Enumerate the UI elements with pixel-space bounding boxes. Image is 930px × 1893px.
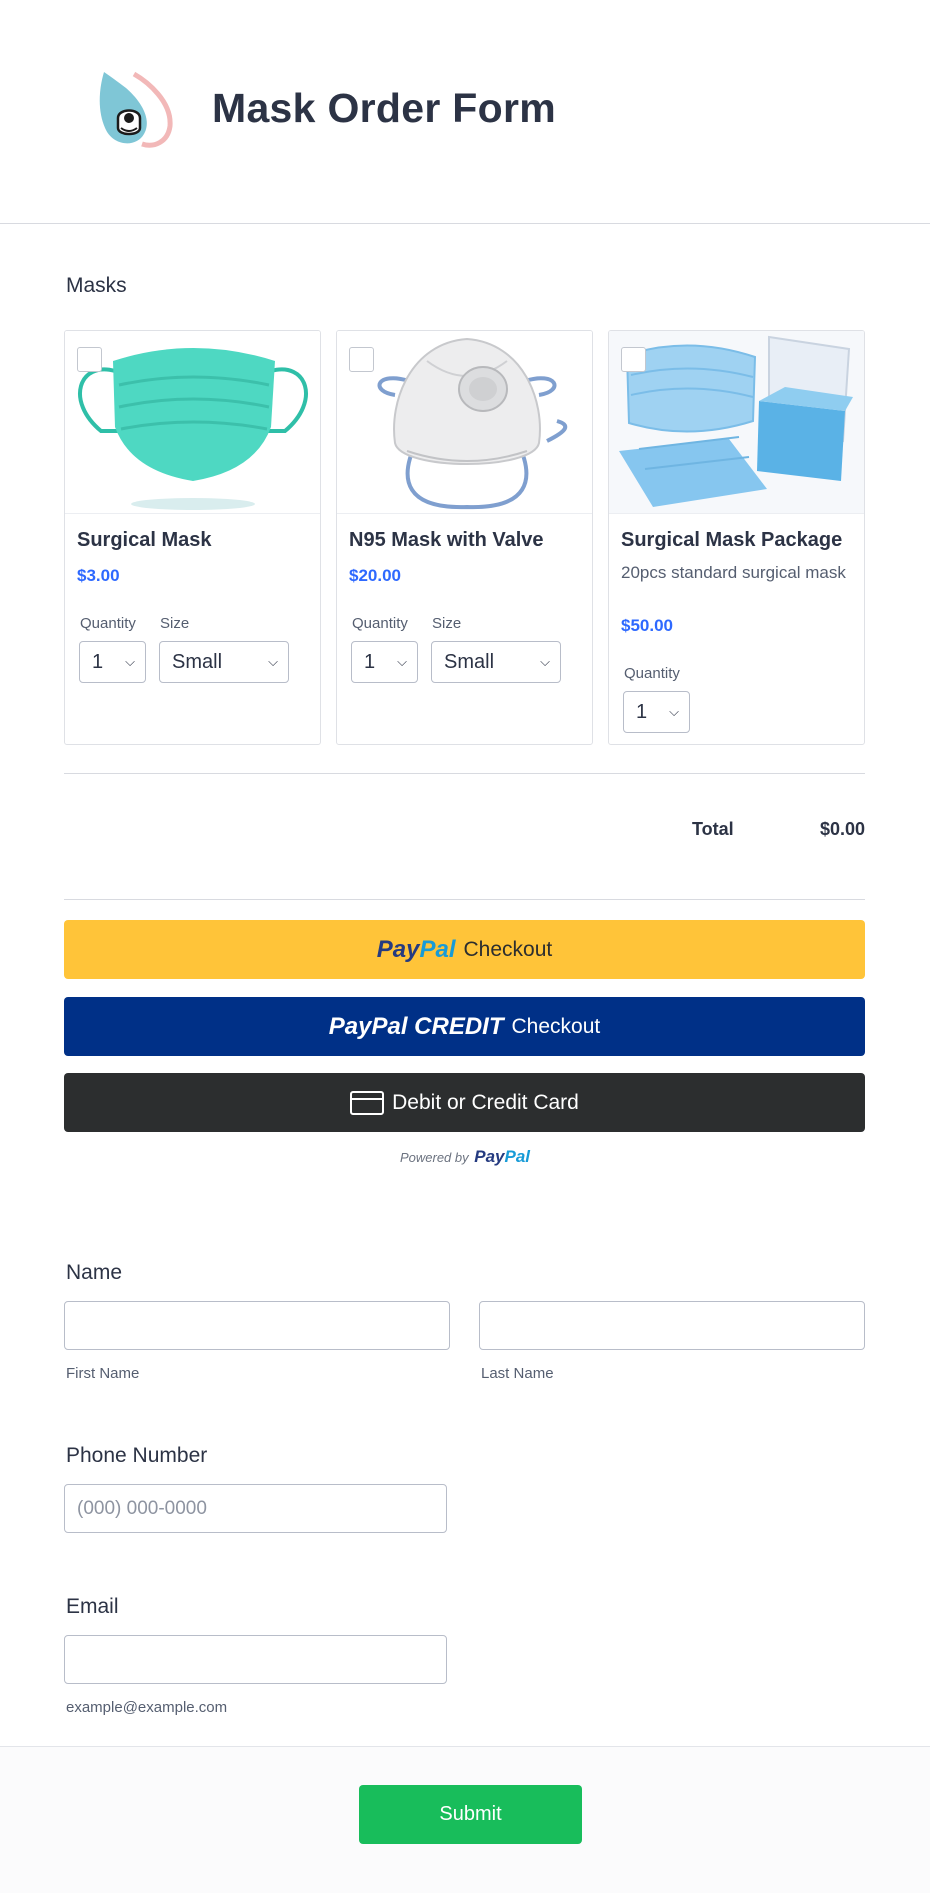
chevron-down-icon: ⌵: [540, 654, 550, 669]
masks-label: Masks: [66, 274, 127, 297]
name-label: Name: [66, 1261, 123, 1284]
form-header: Mask Order Form: [0, 0, 930, 224]
n95-mask-image: [337, 331, 592, 514]
product-card-n95-mask[interactable]: N95 Mask with Valve $20.00 Quantity Size…: [336, 330, 593, 745]
size-label: Size: [432, 615, 462, 632]
quantity-label: Quantity: [624, 665, 680, 682]
chevron-down-icon: ⌵: [268, 654, 278, 669]
quantity-label: Quantity: [352, 615, 408, 632]
product-card-surgical-mask-package[interactable]: Surgical Mask Package 20pcs standard sur…: [608, 330, 865, 745]
size-value: Small: [444, 651, 495, 673]
powered-by-label: Powered by: [399, 1150, 469, 1165]
paypal-logo-icon: PayPal: [376, 935, 456, 963]
product-name: Surgical Mask: [77, 529, 212, 551]
first-name-sublabel: First Name: [66, 1365, 140, 1382]
total-label: Total: [692, 819, 734, 839]
quantity-label: Quantity: [80, 615, 136, 632]
chevron-down-icon: ⌵: [397, 654, 407, 669]
product-checkbox[interactable]: [349, 347, 374, 372]
surgical-mask-package-image: [609, 331, 864, 514]
total-value: $0.00: [819, 819, 865, 839]
product-checkbox[interactable]: [77, 347, 102, 372]
chevron-down-icon: ⌵: [125, 654, 135, 669]
last-name-sublabel: Last Name: [481, 1365, 554, 1382]
product-price: $20.00: [349, 566, 401, 585]
size-label: Size: [160, 615, 190, 632]
email-input[interactable]: [64, 1635, 447, 1684]
debit-credit-card-button[interactable]: Debit or Credit Card: [64, 1073, 865, 1132]
paypal-credit-logo-icon: PayPal CREDIT: [328, 1012, 504, 1040]
surgical-mask-image: [65, 331, 320, 514]
credit-card-icon: [350, 1090, 385, 1115]
divider: [64, 899, 865, 900]
paypal-checkout-label: Checkout: [463, 937, 553, 961]
paypal-logo-icon: PayPal: [474, 1147, 531, 1166]
email-sublabel: example@example.com: [66, 1699, 228, 1716]
product-description: 20pcs standard surgical mask: [621, 563, 846, 582]
submit-button[interactable]: Submit: [359, 1785, 582, 1844]
quantity-value: 1: [364, 651, 376, 673]
product-price: $50.00: [621, 616, 673, 635]
quantity-select[interactable]: 1 ⌵: [351, 641, 418, 683]
quantity-select[interactable]: 1 ⌵: [623, 691, 690, 733]
chevron-down-icon: ⌵: [669, 704, 679, 719]
paypal-checkout-button[interactable]: PayPal Checkout: [64, 920, 865, 979]
quantity-value: 1: [92, 651, 104, 673]
product-name: N95 Mask with Valve: [349, 529, 544, 551]
form-title: Mask Order Form: [212, 85, 556, 131]
quantity-value: 1: [636, 701, 648, 723]
mask-logo-icon: [96, 68, 176, 152]
phone-label: Phone Number: [66, 1444, 208, 1467]
quantity-select[interactable]: 1 ⌵: [79, 641, 146, 683]
phone-input[interactable]: (000) 000-0000: [64, 1484, 447, 1533]
paypal-credit-checkout-button[interactable]: PayPal CREDIT Checkout: [64, 997, 865, 1056]
first-name-input[interactable]: [64, 1301, 450, 1350]
debit-credit-card-label: Debit or Credit Card: [392, 1090, 579, 1114]
product-price: $3.00: [77, 566, 120, 585]
divider: [64, 773, 865, 774]
paypal-credit-checkout-label: Checkout: [511, 1014, 601, 1038]
size-value: Small: [172, 651, 223, 673]
powered-by-paypal: Powered by PayPal: [0, 1147, 930, 1167]
product-name: Surgical Mask Package: [621, 529, 843, 551]
product-card-surgical-mask[interactable]: Surgical Mask $3.00 Quantity Size 1 ⌵ Sm…: [64, 330, 321, 745]
size-select[interactable]: Small ⌵: [431, 641, 561, 683]
last-name-input[interactable]: [479, 1301, 865, 1350]
size-select[interactable]: Small ⌵: [159, 641, 289, 683]
product-checkbox[interactable]: [621, 347, 646, 372]
email-label: Email: [66, 1595, 119, 1618]
